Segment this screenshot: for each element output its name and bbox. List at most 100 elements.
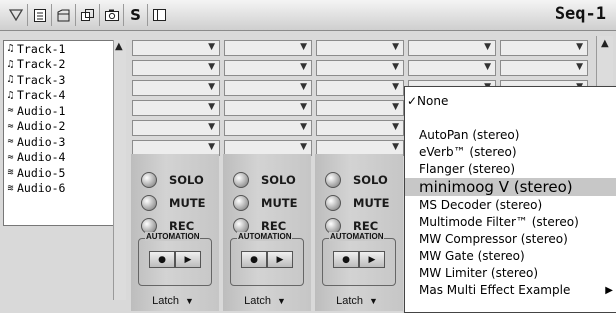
menu-item[interactable]: Mas Multi Effect Example ▶ [405, 282, 616, 298]
automation-record-button[interactable]: ● [241, 251, 267, 268]
menu-item[interactable]: minimoog V (stereo) [405, 178, 616, 196]
insert-slot[interactable]: ▼ [224, 40, 312, 56]
insert-slot[interactable]: ▼ [132, 80, 220, 96]
insert-slot[interactable]: ▼ [224, 100, 312, 116]
insert-slot[interactable]: ▼ [316, 60, 404, 76]
waveform-icon: ≋ [7, 167, 14, 179]
automation-play-button[interactable]: ▶ [267, 251, 293, 268]
panel-icon[interactable] [148, 4, 171, 26]
insert-column: ▼ ▼ ▼ ▼ ▼ ▼ [132, 36, 220, 156]
mute-button[interactable]: MUTE [141, 195, 205, 211]
insert-slot[interactable]: ▼ [316, 100, 404, 116]
solo-button[interactable]: SOLO [325, 172, 388, 188]
camera-icon[interactable] [100, 4, 124, 26]
track-list-item[interactable]: ♫ Track-2 [4, 57, 114, 73]
track-list-item[interactable]: ≈ Audio-4 [4, 150, 114, 166]
track-list-item[interactable]: ≋ Audio-5 [4, 165, 114, 181]
menu-item-label: eVerb™ (stereo) [419, 145, 517, 159]
window-icon[interactable] [52, 4, 76, 26]
menu-item[interactable]: MW Gate (stereo) [405, 248, 616, 264]
s-label: S [130, 6, 141, 24]
automation-transport: ● ▶ [241, 251, 293, 268]
s-icon[interactable]: S [124, 4, 148, 26]
mute-button[interactable]: MUTE [233, 195, 297, 211]
insert-slot[interactable]: ▼ [500, 40, 588, 56]
track-name: Track-2 [17, 57, 66, 72]
insert-slot[interactable]: ▼ [316, 40, 404, 56]
insert-slot[interactable]: ▼ [224, 80, 312, 96]
menu-item[interactable]: MW Limiter (stereo) [405, 265, 616, 281]
insert-slot[interactable]: ▼ [408, 60, 496, 76]
menu-item[interactable]: Flanger (stereo) [405, 161, 616, 177]
automation-mode-select[interactable]: Latch ▼ [230, 292, 300, 309]
track-list-scrollbar[interactable]: ▲ [113, 40, 126, 300]
insert-slot[interactable]: ▼ [132, 120, 220, 136]
menu-item-label: minimoog V (stereo) [419, 178, 573, 196]
track-list-item[interactable]: ≈ Audio-2 [4, 119, 114, 135]
submenu-arrow-icon: ▶ [605, 284, 613, 296]
solo-button[interactable]: SOLO [233, 172, 296, 188]
automation-mode-select[interactable]: Latch ▼ [138, 292, 208, 309]
automation-label: AUTOMATION [237, 232, 293, 241]
automation-transport: ● ▶ [149, 251, 201, 268]
automation-label: AUTOMATION [329, 232, 385, 241]
solo-label: SOLO [169, 173, 204, 187]
insert-slot[interactable]: ▼ [500, 60, 588, 76]
dropdown-arrow-icon: ▼ [392, 62, 399, 72]
mute-label: MUTE [169, 196, 206, 210]
dropdown-arrow-icon: ▼ [300, 42, 307, 52]
overlap-windows-icon[interactable] [76, 4, 100, 26]
automation-record-button[interactable]: ● [333, 251, 359, 268]
menu-item[interactable]: eVerb™ (stereo) [405, 144, 616, 160]
waveform-icon: ≈ [7, 120, 14, 132]
insert-slot[interactable]: ▼ [132, 60, 220, 76]
scroll-up-arrow-icon[interactable]: ▲ [115, 41, 123, 52]
dropdown-arrow-icon: ▼ [208, 102, 215, 112]
automation-play-button[interactable]: ▶ [175, 251, 201, 268]
insert-slot[interactable]: ▼ [132, 40, 220, 56]
dropdown-arrow-icon: ▼ [300, 102, 307, 112]
window-title: Seq-1 [554, 4, 606, 24]
track-name: Audio-5 [17, 165, 66, 180]
track-list-item[interactable]: ♫ Track-3 [4, 72, 114, 88]
toolbar: S Seq-1 [0, 0, 616, 31]
solo-button[interactable]: SOLO [141, 172, 204, 188]
automation-label: AUTOMATION [145, 232, 201, 241]
track-list-item[interactable]: ≋ Audio-6 [4, 181, 114, 197]
menu-item[interactable]: AutoPan (stereo) [405, 127, 616, 143]
midi-note-icon: ♫ [7, 89, 14, 101]
automation-mode-select[interactable]: Latch ▼ [322, 292, 392, 309]
track-list-item[interactable]: ≈ Audio-1 [4, 103, 114, 119]
automation-group: AUTOMATION ● ▶ [230, 232, 304, 286]
automation-play-button[interactable]: ▶ [359, 251, 385, 268]
insert-slot[interactable]: ▼ [224, 60, 312, 76]
insert-slot[interactable]: ▼ [408, 40, 496, 56]
solo-label: SOLO [353, 173, 388, 187]
menu-item-label: Mas Multi Effect Example [419, 283, 571, 297]
menu-item[interactable]: MW Compressor (stereo) [405, 231, 616, 247]
track-list-item[interactable]: ♫ Track-1 [4, 41, 114, 57]
track-name: Audio-6 [17, 181, 66, 196]
automation-group: AUTOMATION ● ▶ [138, 232, 212, 286]
triangle-dropdown-icon[interactable] [4, 4, 28, 26]
dropdown-arrow-icon: ▼ [484, 62, 491, 72]
document-icon[interactable] [28, 4, 52, 26]
insert-slot[interactable]: ▼ [316, 80, 404, 96]
waveform-icon: ≋ [7, 182, 14, 194]
menu-item[interactable]: MS Decoder (stereo) [405, 197, 616, 213]
dropdown-arrow-icon: ▼ [484, 42, 491, 52]
rec-label: REC [169, 219, 195, 233]
mute-button[interactable]: MUTE [325, 195, 389, 211]
insert-slot[interactable]: ▼ [132, 100, 220, 116]
menu-item-none[interactable]: ✓None [405, 93, 616, 109]
insert-slot[interactable]: ▼ [224, 120, 312, 136]
insert-slot[interactable]: ▼ [316, 120, 404, 136]
track-list-item[interactable]: ♫ Track-4 [4, 88, 114, 104]
scroll-up-arrow-icon[interactable]: ▲ [601, 38, 609, 49]
dropdown-arrow-icon: ▼ [208, 42, 215, 52]
dropdown-arrow-icon: ▼ [208, 122, 215, 132]
track-list-item[interactable]: ≈ Audio-3 [4, 134, 114, 150]
menu-item[interactable]: Multimode Filter™ (stereo) [405, 214, 616, 230]
automation-record-button[interactable]: ● [149, 251, 175, 268]
midi-note-icon: ♫ [7, 58, 14, 70]
